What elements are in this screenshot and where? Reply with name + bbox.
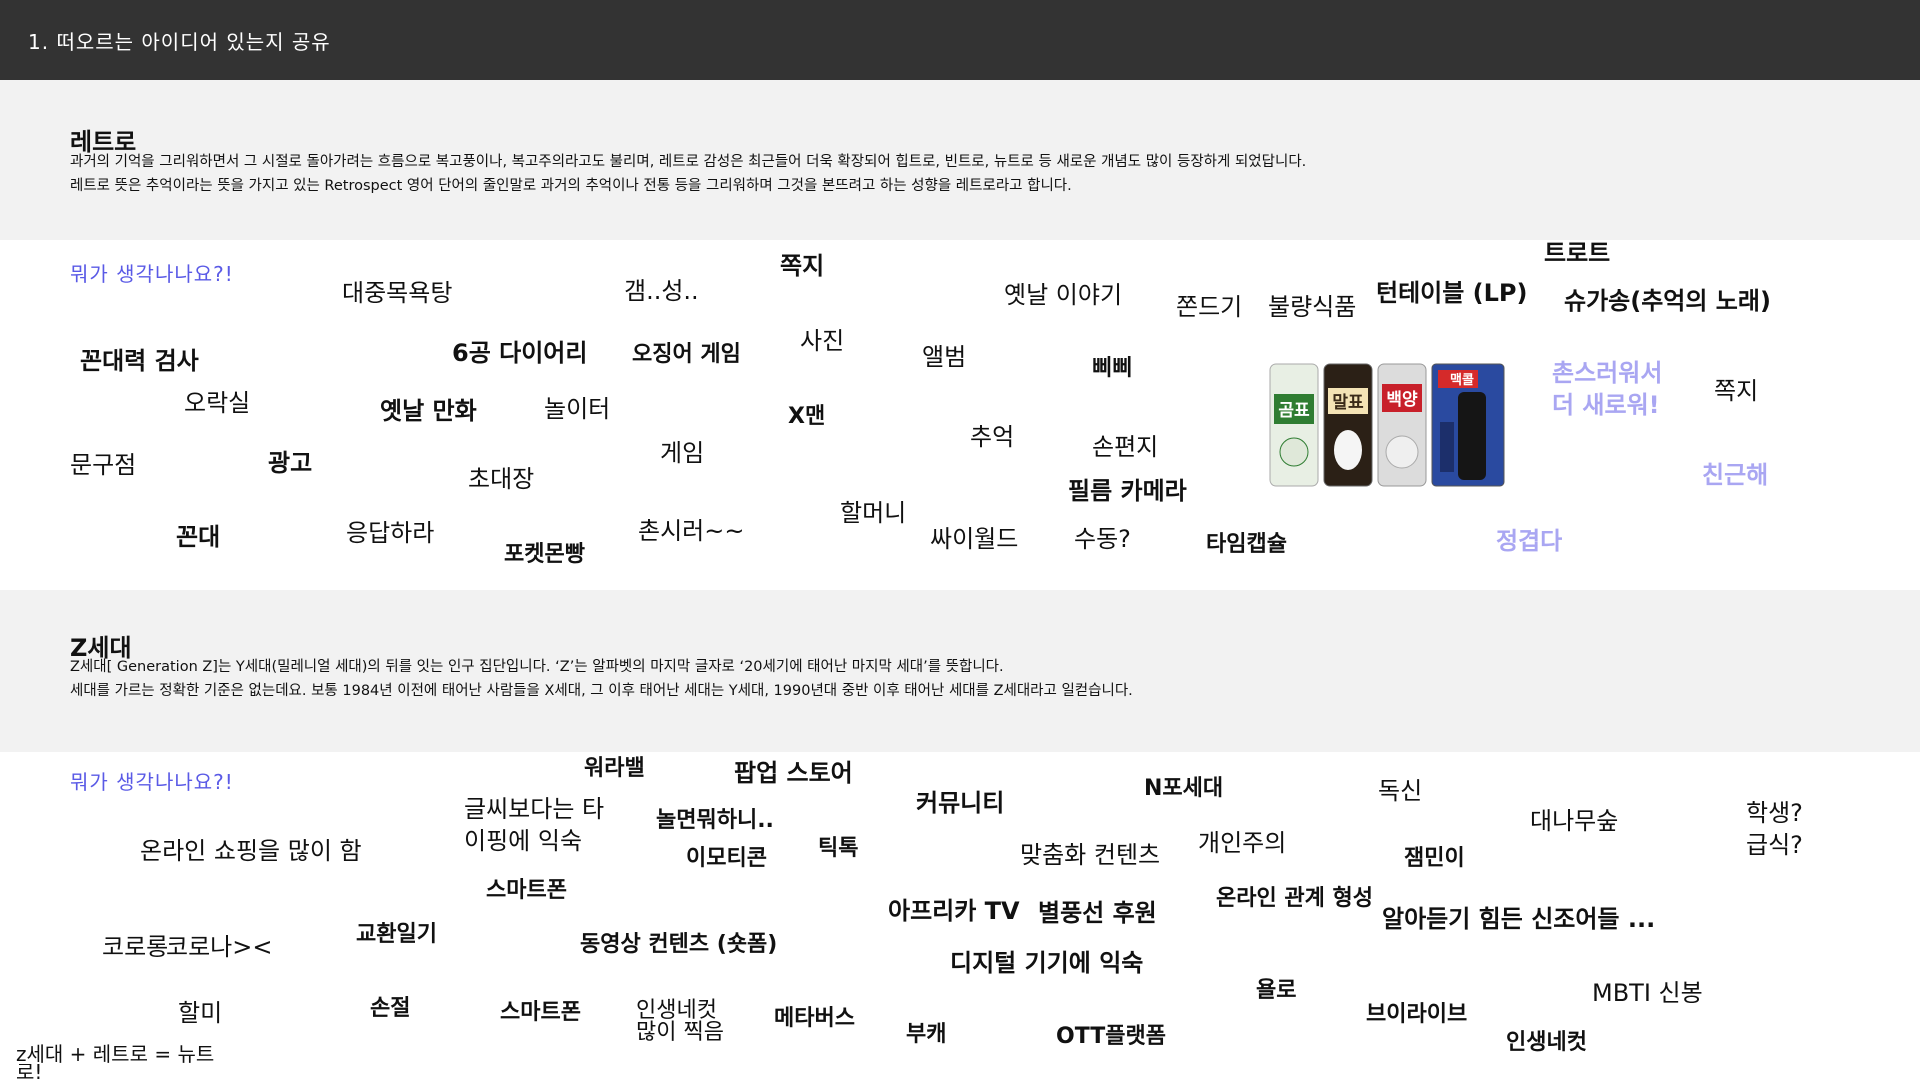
genz-word: 온라인 관계 형성 [1216, 886, 1373, 911]
lavender-word: 촌스러워서 [1552, 359, 1663, 387]
can-label: 말표 [1332, 392, 1364, 413]
retro-word: 추억 [970, 423, 1015, 451]
retro-drinks-image: 곰표 말표 백양 맥콜 [1269, 363, 1505, 487]
genz-word: 코로나>< [166, 933, 273, 961]
retro-word: 싸이월드 [930, 525, 1019, 553]
retro-desc-line1: 과거의 기억을 그리워하면서 그 시절로 돌아가려는 흐름으로 복고풍이나, 복… [70, 154, 1307, 170]
genz-word: 맞춤화 컨텐츠 [1020, 841, 1161, 869]
genz-word: 급식? [1746, 831, 1803, 859]
retro-word: 타임캡슐 [1206, 532, 1287, 557]
genz-word: 대나무숲 [1530, 807, 1619, 835]
retro-word: 삐삐 [1092, 356, 1133, 381]
genz-word: 로! [16, 1064, 43, 1080]
retro-desc-line2: 레트로 뜻은 추억이라는 뜻을 가지고 있는 Retrospect 영어 단어의… [70, 178, 1072, 194]
retro-word: 놀이터 [544, 395, 611, 423]
retro-word: 할머니 [840, 499, 907, 527]
genz-word: 글씨보다는 타 [464, 795, 605, 823]
retro-word: 수동? [1074, 525, 1131, 553]
retro-word: 옛날 만화 [380, 397, 477, 425]
genz-word: z세대 + 레트로 = 뉴트 [16, 1042, 215, 1066]
genz-word: 인생네컷 [1506, 1030, 1587, 1055]
genz-word: 많이 찍음 [636, 1020, 724, 1045]
genz-word: 디지털 기기에 익숙 [950, 949, 1144, 977]
retro-word: 트로트 [1544, 239, 1611, 267]
retro-word: 꼰대력 검사 [80, 347, 199, 375]
top-bar: 1. 떠오르는 아이디어 있는지 공유 [0, 0, 1920, 80]
genz-word: 스마트폰 [486, 878, 567, 903]
retro-word: 턴테이블 (LP) [1376, 279, 1528, 307]
retro-word: 꼰대 [176, 523, 221, 551]
retro-word: 앨범 [922, 343, 967, 371]
genz-word: 할미 [178, 999, 223, 1027]
retro-word: 불량식품 [1268, 293, 1357, 321]
retro-word: X맨 [788, 404, 826, 429]
retro-word: 필름 카메라 [1068, 477, 1187, 505]
retro-word: 대중목욕탕 [342, 279, 453, 307]
page-title: 1. 떠오르는 아이디어 있는지 공유 [28, 30, 331, 54]
genz-word: 코로롱 [102, 933, 169, 961]
genz-word: 메타버스 [774, 1006, 855, 1031]
retro-word: 오락실 [184, 389, 251, 417]
retro-word: 슈가송(추억의 노래) [1564, 287, 1771, 315]
genz-word: 동영상 컨텐츠 (숏폼) [580, 932, 778, 957]
genz-word: 개인주의 [1198, 829, 1287, 857]
genz-word: 워라밸 [584, 756, 645, 781]
retro-word: 쫀드기 [1176, 293, 1243, 321]
can-label: 곰표 [1278, 401, 1310, 421]
retro-word: 광고 [268, 449, 313, 477]
genz-word: OTT플랫폼 [1056, 1024, 1166, 1049]
genz-word: 욜로 [1256, 978, 1297, 1003]
retro-prompt: 뭐가 생각나나요?! [70, 262, 234, 286]
lavender-word: 더 새로워! [1552, 391, 1660, 419]
retro-word: 쪽지 [1714, 377, 1759, 405]
genz-word: 팝업 스토어 [734, 759, 853, 787]
genz-word: 독신 [1378, 777, 1423, 805]
retro-word: 쪽지 [780, 252, 825, 280]
genz-prompt: 뭐가 생각나나요?! [70, 770, 234, 794]
genz-word: 알아듣기 힘든 신조어들 ... [1382, 905, 1656, 933]
lavender-word: 정겹다 [1496, 527, 1563, 555]
genz-word: 스마트폰 [500, 1000, 581, 1025]
genz-desc-line1: Z세대[ Generation Z]는 Y세대(밀레니얼 세대)의 뒤를 잇는 … [70, 659, 1004, 675]
genz-word: 틱톡 [818, 836, 859, 861]
genz-word: 브이라이브 [1366, 1002, 1468, 1027]
genz-desc-line2: 세대를 가르는 정확한 기준은 없는데요. 보통 1984년 이전에 태어난 사… [70, 683, 1133, 699]
genz-word: 교환일기 [356, 922, 437, 947]
genz-word: 손절 [370, 996, 411, 1021]
genz-word: 온라인 쇼핑을 많이 함 [140, 837, 362, 865]
retro-word: 초대장 [468, 465, 535, 493]
genz-word: N포세대 [1144, 776, 1224, 801]
genz-word: 잼민이 [1404, 846, 1465, 871]
retro-word: 게임 [660, 439, 705, 467]
retro-word: 오징어 게임 [632, 342, 741, 367]
retro-word: 손편지 [1092, 433, 1159, 461]
retro-word: 6공 다이어리 [452, 339, 588, 367]
genz-word: 이모티콘 [686, 846, 767, 871]
retro-word: 사진 [800, 327, 845, 355]
retro-word: 포켓몬빵 [504, 542, 585, 567]
genz-word: 별풍선 후원 [1038, 899, 1157, 927]
genz-word: 학생? [1746, 799, 1803, 827]
retro-word: 갬..성.. [624, 277, 699, 305]
genz-word: 놀면뭐하니.. [656, 808, 774, 833]
can-label: 맥콜 [1450, 372, 1474, 388]
lavender-word: 친근해 [1702, 461, 1769, 489]
retro-word: 촌시러~~ [638, 517, 745, 545]
genz-word: MBTI 신봉 [1592, 979, 1703, 1007]
retro-word: 문구점 [70, 451, 137, 479]
genz-word: 부캐 [906, 1022, 947, 1047]
retro-word: 응답하라 [346, 519, 435, 547]
can-label: 백양 [1386, 390, 1418, 410]
retro-word: 옛날 이야기 [1004, 281, 1123, 309]
genz-word: 이핑에 익숙 [464, 827, 583, 855]
genz-word: 커뮤니티 [916, 789, 1005, 817]
genz-word: 아프리카 TV [888, 897, 1020, 925]
